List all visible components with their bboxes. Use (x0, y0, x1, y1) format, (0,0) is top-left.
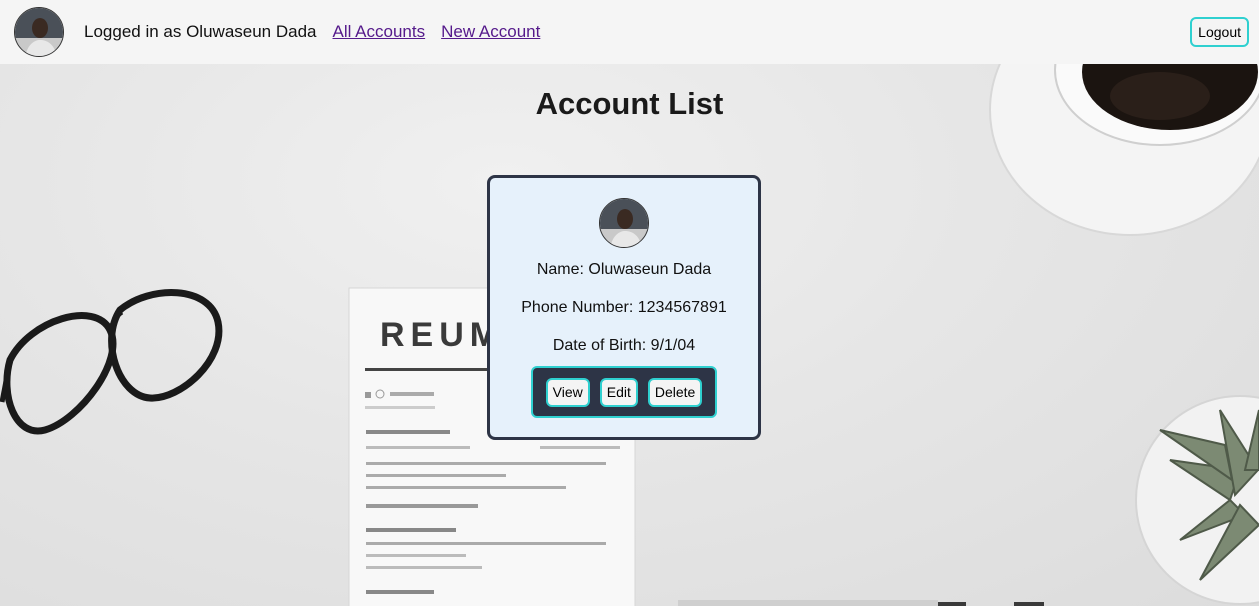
logged-in-text: Logged in as Oluwaseun Dada (84, 22, 317, 41)
account-card: Name: Oluwaseun Dada Phone Number: 12345… (487, 175, 761, 440)
account-dob: Date of Birth: 9/1/04 (552, 337, 696, 354)
glasses (0, 289, 223, 435)
account-avatar (599, 198, 649, 248)
device-edge (678, 600, 938, 606)
resume-heading: REUM (380, 316, 504, 354)
delete-button[interactable]: Delete (647, 377, 703, 407)
new-account-link[interactable]: New Account (441, 22, 540, 42)
edit-button[interactable]: Edit (599, 377, 638, 407)
plant-pot (1135, 395, 1259, 605)
logout-button[interactable]: Logout (1190, 17, 1249, 47)
account-name: Name: Oluwaseun Dada (536, 261, 712, 278)
view-button[interactable]: View (545, 377, 590, 407)
user-avatar[interactable] (14, 7, 64, 57)
page-title: Account List (535, 86, 724, 121)
account-actions: View Edit Delete (531, 366, 717, 418)
account-phone: Phone Number: 1234567891 (521, 299, 727, 316)
navbar: Logged in as Oluwaseun Dada All Accounts… (0, 0, 1259, 64)
user-avatar-icon (15, 8, 63, 56)
all-accounts-link[interactable]: All Accounts (333, 22, 426, 42)
account-avatar-icon (600, 199, 648, 247)
